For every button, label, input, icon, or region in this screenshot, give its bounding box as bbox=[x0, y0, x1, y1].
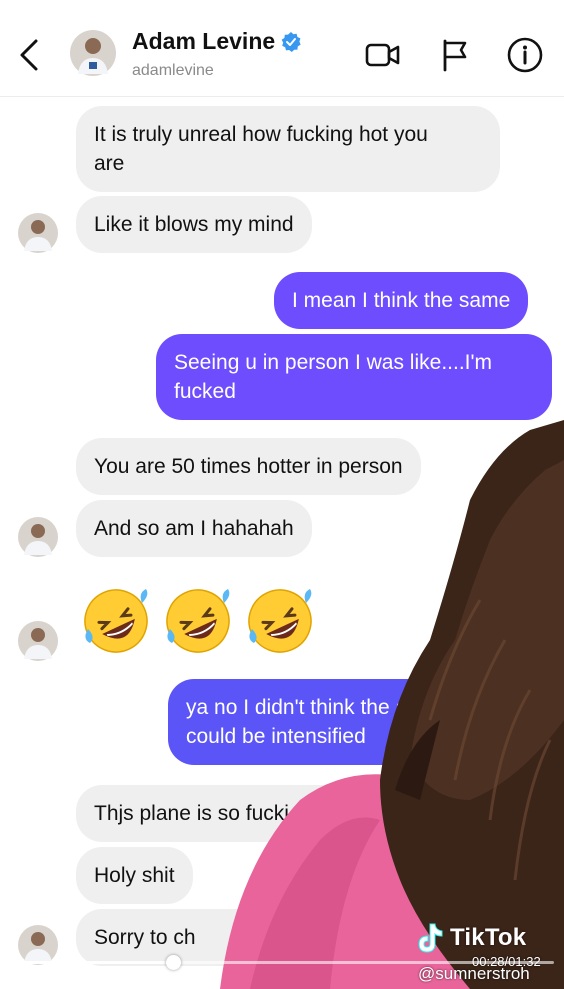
tiktok-logo-icon bbox=[418, 923, 443, 953]
message-bubble-incoming[interactable]: And so am I hahahah bbox=[76, 500, 312, 557]
message-line: are bbox=[94, 152, 125, 175]
message-line: Thjs plane is so fucki bbox=[94, 802, 289, 825]
verified-badge-icon bbox=[281, 31, 301, 52]
message-bubble-incoming[interactable]: It is truly unreal how fucking hot you a… bbox=[76, 106, 500, 192]
message-line: Seeing u in person I was like....I'm bbox=[174, 351, 492, 374]
sender-avatar bbox=[18, 621, 58, 661]
creator-handle: @sumnerstroh bbox=[418, 964, 530, 983]
video-progress-bar[interactable] bbox=[10, 955, 554, 970]
video-call-icon[interactable] bbox=[364, 36, 402, 74]
message-bubble-outgoing[interactable]: ya no I didn't think the at could be int… bbox=[168, 679, 498, 765]
message-bubble-incoming[interactable]: You are 50 times hotter in person bbox=[76, 438, 421, 495]
message-line: You are 50 times hotter in person bbox=[94, 455, 403, 478]
rolling-on-floor-laughing-icon bbox=[248, 589, 312, 653]
info-icon[interactable] bbox=[506, 36, 544, 74]
sender-avatar bbox=[18, 517, 58, 557]
tiktok-watermark: TikTok bbox=[414, 922, 526, 954]
message-thread[interactable]: It is truly unreal how fucking hot you a… bbox=[0, 97, 564, 989]
emoji-message[interactable] bbox=[80, 585, 316, 657]
contact-name[interactable]: Adam Levine bbox=[132, 28, 301, 55]
message-bubble-incoming[interactable]: Thjs plane is so fucki bbox=[76, 785, 376, 842]
message-line: Holy shit bbox=[94, 864, 175, 887]
video-progress-fill bbox=[10, 961, 174, 964]
message-line: could be intensified bbox=[186, 725, 366, 748]
message-line: ya no I didn't think the at bbox=[186, 696, 413, 719]
message-bubble-incoming[interactable]: Holy shit bbox=[76, 847, 193, 904]
message-line: It is truly unreal how fucking hot you bbox=[94, 123, 428, 146]
message-line: Like it blows my mind bbox=[94, 213, 294, 236]
message-bubble-outgoing[interactable]: Seeing u in person I was like....I'm fuc… bbox=[156, 334, 552, 420]
back-icon[interactable] bbox=[14, 36, 44, 74]
message-line: I mean I think the same bbox=[292, 289, 511, 312]
message-bubble-outgoing[interactable]: I mean I think the same bbox=[274, 272, 529, 329]
tiktok-brand-text: TikTok bbox=[450, 924, 527, 951]
contact-username: adamlevine bbox=[132, 62, 214, 79]
rolling-on-floor-laughing-icon bbox=[166, 589, 230, 653]
sender-avatar bbox=[18, 925, 58, 965]
message-bubble-incoming[interactable]: Like it blows my mind bbox=[76, 196, 312, 253]
rolling-on-floor-laughing-icon bbox=[84, 589, 148, 653]
flag-icon[interactable] bbox=[436, 36, 474, 74]
message-bubble-incoming[interactable]: Sorry to ch bbox=[76, 909, 376, 966]
message-line: fucked bbox=[174, 380, 236, 403]
sender-avatar bbox=[18, 213, 58, 253]
message-line: Sorry to ch bbox=[94, 926, 196, 949]
contact-name-text: Adam Levine bbox=[132, 28, 276, 54]
chat-header: Adam Levine adamlevine bbox=[0, 0, 564, 97]
avatar[interactable] bbox=[70, 30, 116, 76]
message-line: And so am I hahahah bbox=[94, 517, 294, 540]
